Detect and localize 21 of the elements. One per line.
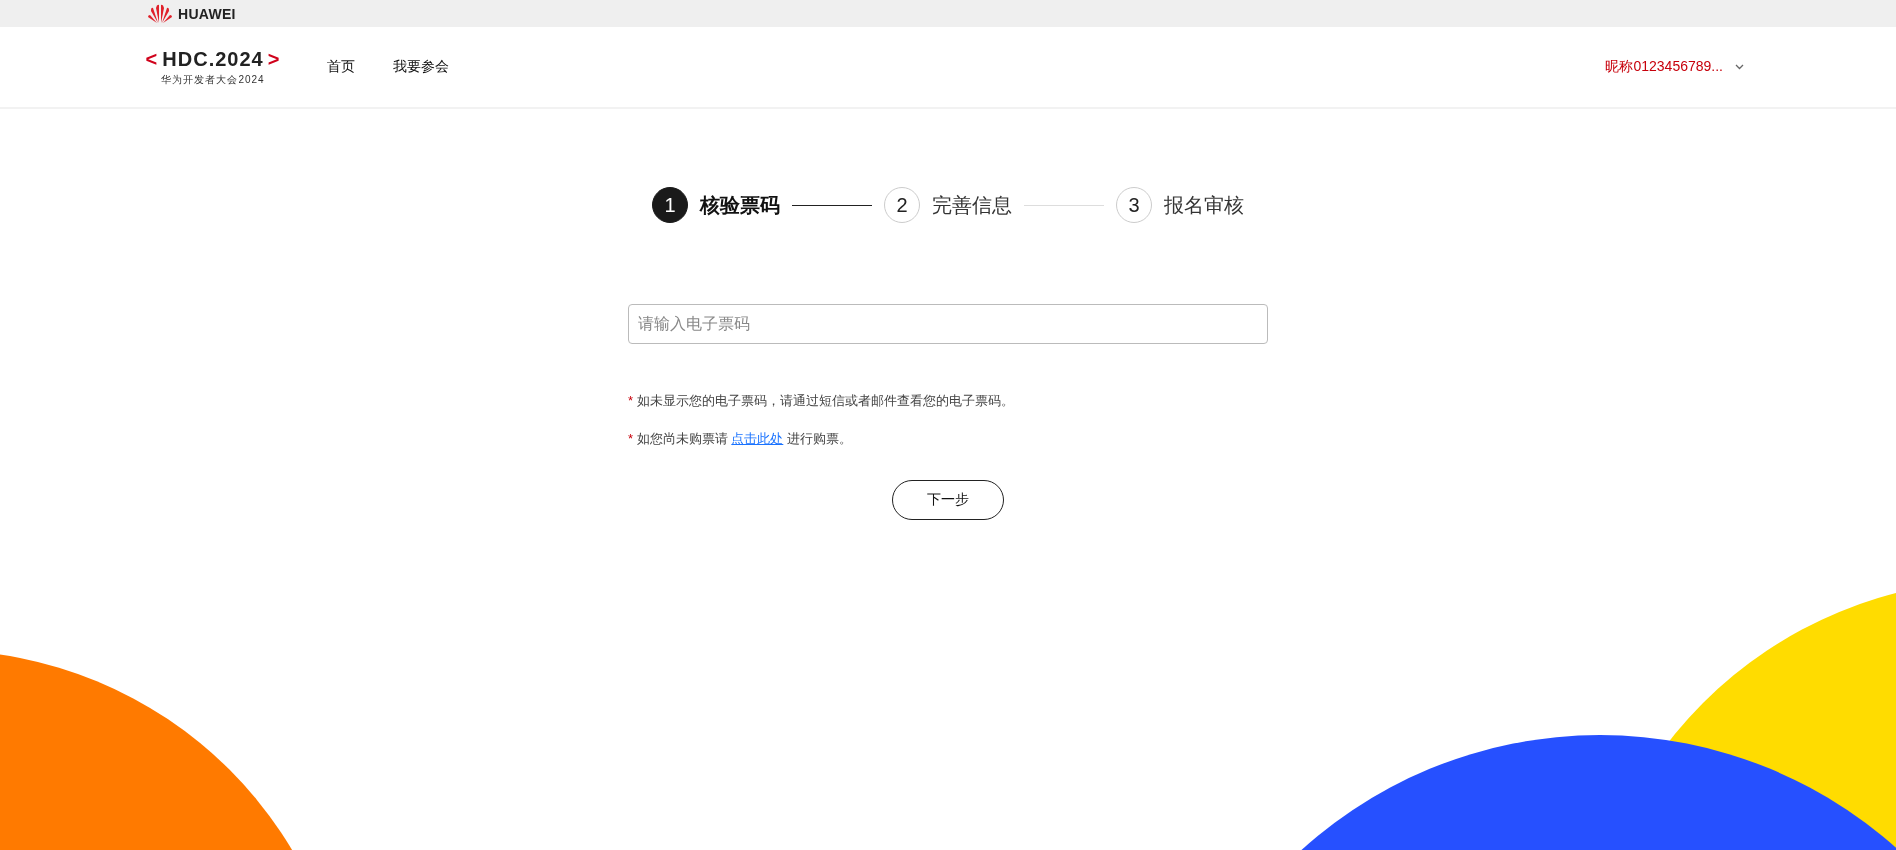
logo-subtitle: 华为开发者大会2024 xyxy=(161,72,265,87)
chevron-down-icon[interactable] xyxy=(1735,64,1744,70)
nav-link[interactable]: 首页 xyxy=(327,58,355,76)
note-text: * 如您尚未购票请 点击此处 进行购票。 xyxy=(628,430,853,448)
step-label: 报名审核 xyxy=(1164,192,1244,218)
ticket-code-field[interactable]: 请输入电子票码 xyxy=(628,304,1268,344)
bracket-mark: < xyxy=(145,47,159,71)
step-number: 3 xyxy=(1116,187,1152,223)
step-label: 核验票码 xyxy=(700,192,780,218)
step-label: 完善信息 xyxy=(932,192,1012,218)
user-name[interactable]: 昵称0123456789... xyxy=(1605,58,1723,76)
step-number: 1 xyxy=(652,187,688,223)
step-number: 2 xyxy=(884,187,920,223)
nav-link[interactable]: 我要参会 xyxy=(393,58,449,76)
purchase-link[interactable]: 点击此处 xyxy=(731,431,784,446)
logo-text: HDC.2024 xyxy=(162,47,264,71)
next-step-button[interactable]: 下一步 xyxy=(892,480,1004,520)
bracket-mark: > xyxy=(267,47,281,71)
note-text: * 如未显示您的电子票码，请通过短信或者邮件查看您的电子票码。 xyxy=(628,392,1015,410)
brand-name: HUAWEI xyxy=(178,5,236,22)
flower-logo-icon xyxy=(147,3,173,24)
